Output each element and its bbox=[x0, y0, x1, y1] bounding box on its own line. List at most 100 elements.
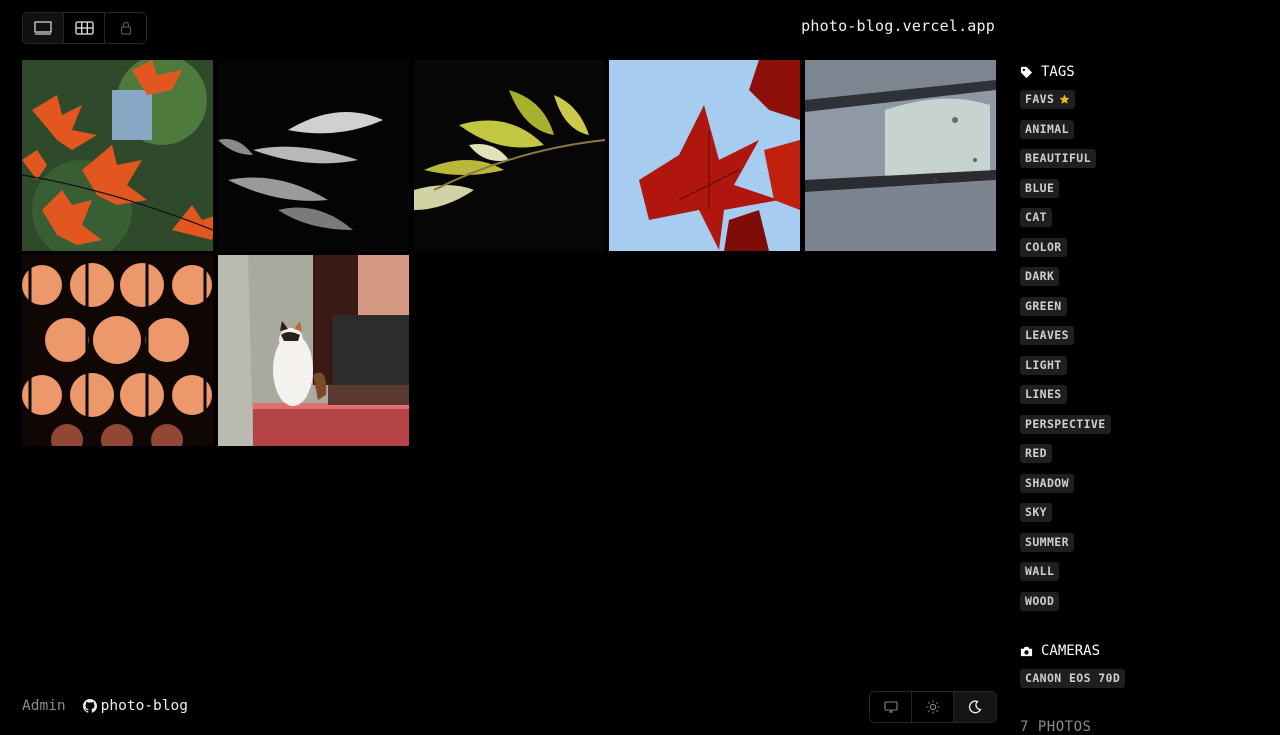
tags-heading: TAGS bbox=[1020, 62, 1260, 82]
photo-thumbnail[interactable] bbox=[805, 60, 996, 251]
tag-label: SHADOW bbox=[1025, 475, 1069, 490]
tag-row: LINES bbox=[1020, 383, 1260, 413]
tag-label: FAVS bbox=[1025, 92, 1055, 106]
tag-row: LIGHT bbox=[1020, 354, 1260, 384]
photo-red-maple bbox=[22, 60, 213, 251]
tag-label: LIGHT bbox=[1025, 357, 1062, 372]
tag-row: CAT bbox=[1020, 206, 1260, 236]
tag-summer[interactable]: SUMMER bbox=[1020, 532, 1074, 552]
photo-green-leaves bbox=[413, 60, 605, 251]
tag-label: WALL bbox=[1025, 564, 1055, 578]
tag-row: WALL bbox=[1020, 560, 1260, 590]
star-icon bbox=[1059, 94, 1070, 104]
tag-perspective[interactable]: PERSPECTIVE bbox=[1020, 414, 1111, 434]
photo-count: 7 PHOTOS bbox=[1020, 718, 1092, 735]
photo-thumbnail[interactable] bbox=[609, 60, 801, 251]
tag-row: GREEN bbox=[1020, 295, 1260, 325]
sidebar: TAGS FAVS ANIMAL BEAUTIFUL BLUE CAT COLOR DARK… bbox=[1020, 60, 1260, 735]
tags-heading-label: TAGS bbox=[1041, 64, 1075, 80]
camera-icon bbox=[1020, 646, 1033, 656]
tag-row: SHADOW bbox=[1020, 472, 1260, 502]
tag-row: ANIMAL bbox=[1020, 118, 1260, 148]
tag-row: BEAUTIFUL bbox=[1020, 147, 1260, 177]
lock-icon bbox=[120, 21, 131, 35]
tag-row: RED bbox=[1020, 442, 1260, 472]
tag-label: COLOR bbox=[1025, 239, 1062, 254]
tag-label: DARK bbox=[1025, 269, 1055, 283]
github-label: photo-blog bbox=[100, 698, 188, 714]
monitor-icon bbox=[883, 701, 898, 713]
photo-cat bbox=[217, 255, 409, 446]
grid-view-button[interactable] bbox=[64, 13, 105, 43]
tag-label: SUMMER bbox=[1025, 534, 1069, 549]
photo-thumbnail[interactable] bbox=[217, 60, 409, 251]
admin-link[interactable]: Admin bbox=[22, 698, 66, 714]
tag-label: BLUE bbox=[1025, 180, 1055, 195]
tag-icon bbox=[1020, 66, 1033, 78]
camera-row: CANON EOS 70D bbox=[1020, 667, 1260, 697]
tag-leaves[interactable]: LEAVES bbox=[1020, 326, 1074, 345]
tag-favs[interactable]: FAVS bbox=[1020, 90, 1076, 109]
tag-lines[interactable]: LINES bbox=[1020, 385, 1067, 404]
tag-row: SUMMER bbox=[1020, 531, 1260, 561]
tag-label: LINES bbox=[1025, 387, 1062, 401]
tag-label: SKY bbox=[1025, 505, 1047, 519]
tag-row: LEAVES bbox=[1020, 324, 1260, 354]
photo-grid bbox=[22, 60, 996, 446]
tag-label: WOOD bbox=[1025, 593, 1055, 608]
tag-blue[interactable]: BLUE bbox=[1020, 178, 1060, 198]
photo-thumbnail[interactable] bbox=[22, 60, 213, 251]
tag-label: CAT bbox=[1025, 210, 1047, 224]
tag-row: FAVS bbox=[1020, 88, 1260, 118]
full-frame-icon bbox=[34, 21, 52, 35]
photo-brick-wall bbox=[805, 60, 996, 251]
admin-lock-button[interactable] bbox=[105, 13, 146, 43]
github-icon bbox=[82, 699, 97, 713]
tag-animal[interactable]: ANIMAL bbox=[1020, 119, 1074, 139]
tag-wall[interactable]: WALL bbox=[1020, 562, 1060, 581]
tag-label: LEAVES bbox=[1025, 328, 1069, 342]
tag-row: COLOR bbox=[1020, 236, 1260, 266]
tag-list: FAVS ANIMAL BEAUTIFUL BLUE CAT COLOR DARK GREEN… bbox=[1020, 88, 1260, 619]
tag-light[interactable]: LIGHT bbox=[1020, 355, 1067, 375]
tag-label: ANIMAL bbox=[1025, 121, 1069, 136]
tag-row: PERSPECTIVE bbox=[1020, 413, 1260, 443]
view-switcher bbox=[22, 12, 147, 44]
tag-wood[interactable]: WOOD bbox=[1020, 591, 1060, 611]
sun-icon bbox=[926, 700, 939, 714]
tag-red[interactable]: RED bbox=[1020, 444, 1052, 463]
system-theme-button[interactable] bbox=[870, 692, 912, 722]
grid-icon bbox=[74, 21, 94, 35]
photo-thumbnail[interactable] bbox=[22, 255, 213, 446]
tag-row: WOOD bbox=[1020, 590, 1260, 620]
photo-thumbnail[interactable] bbox=[217, 255, 409, 446]
tag-beautiful[interactable]: BEAUTIFUL bbox=[1020, 149, 1096, 168]
camera-list: CANON EOS 70D bbox=[1020, 667, 1260, 697]
cameras-heading: CAMERAS bbox=[1020, 641, 1260, 661]
camera-chip[interactable]: CANON EOS 70D bbox=[1020, 669, 1126, 688]
tag-label: PERSPECTIVE bbox=[1025, 416, 1106, 431]
photo-thumbnail[interactable] bbox=[413, 60, 605, 251]
tag-row: DARK bbox=[1020, 265, 1260, 295]
footer-links: Admin photo-blog bbox=[22, 698, 188, 714]
github-link[interactable]: photo-blog bbox=[82, 698, 188, 714]
tag-label: BEAUTIFUL bbox=[1025, 151, 1091, 165]
tag-label: GREEN bbox=[1025, 298, 1062, 313]
tag-row: SKY bbox=[1020, 501, 1260, 531]
theme-switcher bbox=[869, 691, 997, 723]
tag-cat[interactable]: CAT bbox=[1020, 208, 1052, 227]
tag-shadow[interactable]: SHADOW bbox=[1020, 473, 1074, 493]
cameras-heading-label: CAMERAS bbox=[1041, 643, 1101, 659]
full-frame-view-button[interactable] bbox=[23, 13, 64, 43]
tag-green[interactable]: GREEN bbox=[1020, 296, 1067, 316]
photo-red-sky bbox=[609, 60, 801, 251]
tag-label: RED bbox=[1025, 446, 1047, 460]
tag-dark[interactable]: DARK bbox=[1020, 267, 1060, 286]
tag-sky[interactable]: SKY bbox=[1020, 503, 1052, 522]
light-theme-button[interactable] bbox=[912, 692, 954, 722]
photo-orange-light bbox=[22, 255, 213, 446]
tag-color[interactable]: COLOR bbox=[1020, 237, 1067, 257]
site-title[interactable]: photo-blog.vercel.app bbox=[801, 17, 995, 35]
moon-icon bbox=[968, 700, 982, 714]
dark-theme-button[interactable] bbox=[954, 692, 996, 722]
